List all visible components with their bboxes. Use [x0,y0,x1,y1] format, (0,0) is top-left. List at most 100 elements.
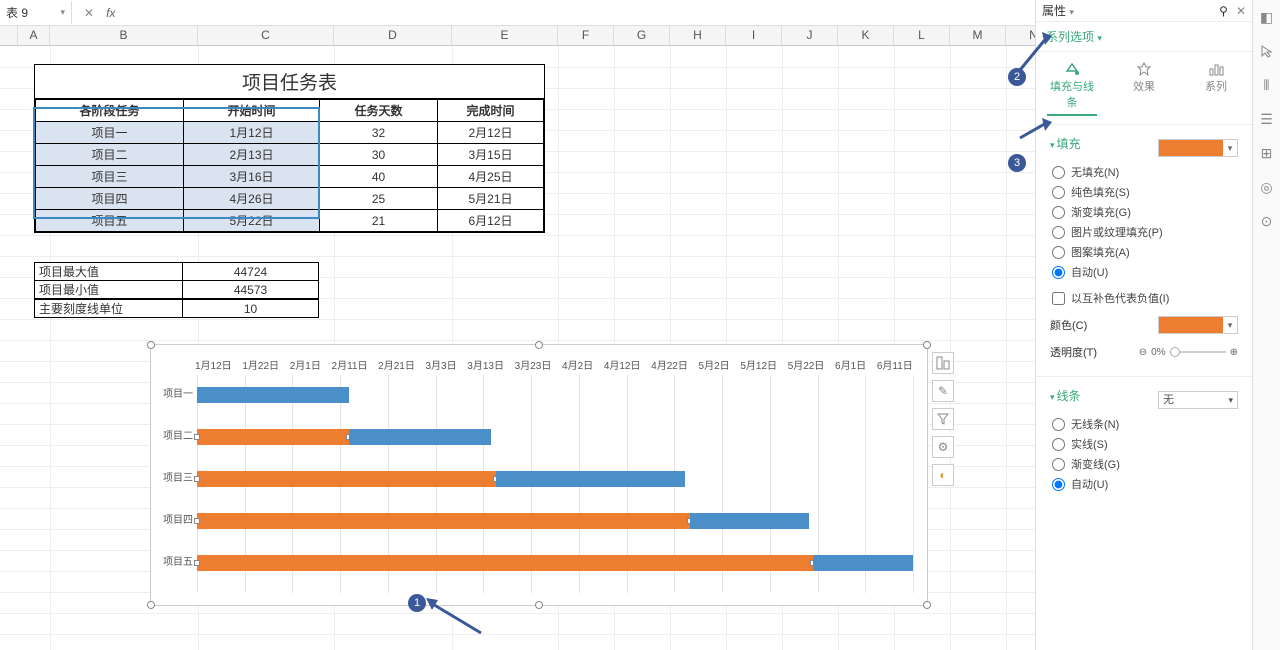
name-box[interactable]: 表 9 ▾ [0,1,72,24]
x-tick: 3月23日 [515,357,552,372]
bar-series-start[interactable] [197,471,496,487]
cell[interactable]: 3月15日 [438,144,544,166]
line-options: 无线条(N) 实线(S) 渐变线(G) 自动(U) [1052,416,1238,492]
bar-series-start[interactable] [197,429,349,445]
cell[interactable]: 项目三 [36,166,184,188]
cell[interactable]: 2月13日 [184,144,320,166]
cell[interactable]: 5月22日 [184,210,320,232]
cell[interactable]: 项目四 [36,188,184,210]
col-header[interactable]: L [894,26,950,45]
tab-series[interactable]: 系列 [1191,60,1241,116]
cell[interactable]: 25 [320,188,438,210]
bar-series-duration[interactable] [496,471,686,487]
bar-series-start[interactable] [197,513,690,529]
col-header[interactable]: F [558,26,614,45]
format-tabs: 填充与线条 效果 系列 [1036,52,1252,125]
chart-idea-button[interactable]: ◐ [932,464,954,486]
col-header[interactable]: A [18,26,50,45]
strip-icon-3[interactable]: ⫴ [1258,76,1276,94]
strip-icon-4[interactable]: ☰ [1258,110,1276,128]
col-header[interactable]: M [950,26,1006,45]
cell[interactable]: 2月12日 [438,122,544,144]
table-header[interactable]: 开始时间 [184,100,320,122]
cell[interactable]: 32 [320,122,438,144]
y-tick: 项目二 [157,427,193,469]
col-header[interactable]: I [726,26,782,45]
table-header[interactable]: 完成时间 [438,100,544,122]
fill-pattern-radio[interactable]: 图案填充(A) [1052,244,1238,260]
cell[interactable]: 项目最大值 [35,263,183,281]
cell[interactable]: 项目五 [36,210,184,232]
line-solid-radio[interactable]: 实线(S) [1052,436,1238,452]
bar-series-duration[interactable] [813,555,913,571]
tab-effect[interactable]: 效果 [1119,60,1169,116]
cell[interactable]: 44573 [183,281,319,300]
chart-settings-button[interactable]: ⚙ [932,436,954,458]
line-section: ▾线条 无▾ 无线条(N) 实线(S) 渐变线(G) 自动(U) [1036,376,1252,508]
tab-fill-line[interactable]: 填充与线条 [1047,60,1097,116]
cell[interactable]: 30 [320,144,438,166]
line-style-select[interactable]: 无▾ [1158,391,1238,409]
table-header[interactable]: 各阶段任务 [36,100,184,122]
table-header[interactable]: 任务天数 [320,100,438,122]
cell[interactable]: 4月25日 [438,166,544,188]
table-header-row: 各阶段任务 开始时间 任务天数 完成时间 [36,100,544,122]
col-header[interactable]: B [50,26,198,45]
formula-input[interactable] [123,5,923,20]
chevron-down-icon: ▾ [60,7,65,18]
series-selector[interactable]: 系列选项 ▾ [1036,22,1252,52]
cell[interactable]: 项目二 [36,144,184,166]
pin-icon[interactable]: ⚲ [1219,4,1228,18]
strip-icon-6[interactable]: ◎ [1258,178,1276,196]
fill-solid-radio[interactable]: 纯色填充(S) [1052,184,1238,200]
bar-series-start[interactable] [197,555,813,571]
cell[interactable]: 项目最小值 [35,281,183,300]
strip-icon-7[interactable]: ⊙ [1258,212,1276,230]
line-gradient-radio[interactable]: 渐变线(G) [1052,456,1238,472]
fill-auto-radio[interactable]: 自动(U) [1052,264,1238,280]
bar-series-duration[interactable] [349,429,491,445]
cell[interactable]: 主要刻度线单位 [35,299,183,318]
strip-icon-5[interactable]: ⊞ [1258,144,1276,162]
cell[interactable]: 3月16日 [184,166,320,188]
fill-none-radio[interactable]: 无填充(N) [1052,164,1238,180]
spreadsheet-area[interactable]: 项目任务表 各阶段任务 开始时间 任务天数 完成时间 项目一 1月12日 32 … [0,46,1035,650]
cursor-icon[interactable] [1258,42,1276,60]
cell[interactable]: 21 [320,210,438,232]
strip-icon-1[interactable]: ◧ [1258,8,1276,26]
fill-gradient-radio[interactable]: 渐变填充(G) [1052,204,1238,220]
cell[interactable]: 5月21日 [438,188,544,210]
col-header[interactable]: K [838,26,894,45]
col-header[interactable]: J [782,26,838,45]
cell[interactable]: 6月12日 [438,210,544,232]
close-icon[interactable]: ✕ [1236,4,1246,18]
invert-check[interactable]: 以互补色代表负值(I) [1052,290,1238,306]
line-auto-radio[interactable]: 自动(U) [1052,476,1238,492]
bar-series-duration[interactable] [197,387,349,403]
fill-picture-radio[interactable]: 图片或纹理填充(P) [1052,224,1238,240]
cell[interactable]: 1月12日 [184,122,320,144]
chart-elements-button[interactable] [932,352,954,374]
chart-filter-button[interactable] [932,408,954,430]
cell[interactable]: 44724 [183,263,319,281]
opacity-slider[interactable]: ⊖ 0% ⊕ [1139,347,1238,358]
fx-label[interactable]: fx [106,6,115,20]
cell[interactable]: 4月26日 [184,188,320,210]
bar-series-duration[interactable] [690,513,809,529]
annotation-3: 3 [1008,154,1026,172]
cancel-icon[interactable]: ✕ [80,6,98,20]
x-tick: 4月22日 [651,357,688,372]
cell[interactable]: 10 [183,299,319,318]
col-header[interactable]: E [452,26,558,45]
line-none-radio[interactable]: 无线条(N) [1052,416,1238,432]
col-header[interactable]: H [670,26,726,45]
color-picker[interactable]: ▾ [1158,316,1238,334]
fill-color-swatch[interactable]: ▾ [1158,139,1238,157]
col-header[interactable]: C [198,26,334,45]
col-header[interactable]: G [614,26,670,45]
cell[interactable]: 项目一 [36,122,184,144]
gantt-chart[interactable]: 1月12日1月22日2月1日2月11日2月21日3月3日3月13日3月23日4月… [150,344,928,606]
cell[interactable]: 40 [320,166,438,188]
col-header[interactable]: D [334,26,452,45]
chart-styles-button[interactable]: ✎ [932,380,954,402]
